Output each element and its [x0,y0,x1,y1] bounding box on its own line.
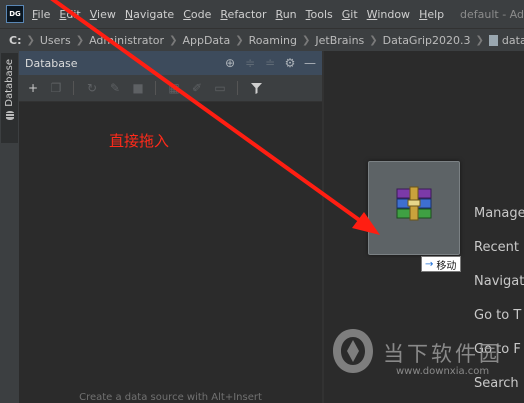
chevron-right-icon: ❯ [169,34,178,46]
menu-edit[interactable]: Edit [59,8,80,21]
filter-icon[interactable] [247,79,265,97]
menu-help[interactable]: Help [419,8,444,21]
console-icon[interactable]: ▭ [211,79,229,97]
copy-icon[interactable]: ❐ [47,79,65,97]
winrar-archive-icon [396,186,432,221]
database-icon [5,110,14,120]
chevron-right-icon: ❯ [75,34,85,46]
database-toolbar: + ❐ ↻ ✎ ■ ▦ ✐ ▭ [19,75,322,102]
menu-git[interactable]: Git [342,8,358,21]
database-tool-tab[interactable]: Database [1,53,18,143]
chevron-right-icon: ❯ [235,34,244,46]
welcome-manage[interactable]: Manage [474,206,524,221]
locate-icon[interactable]: ⊕ [222,55,238,71]
toolbar-separator [73,81,74,95]
breadcrumb-roaming[interactable]: Roaming [249,34,297,47]
watermark-url: www.downxia.com [396,366,490,377]
database-panel-title: Database [25,56,78,70]
database-panel: Database ⊕ ≑ ≐ ⚙ — + ❐ ↻ ✎ ■ ▦ ✐ ▭ Creat… [19,51,322,403]
expand-all-icon[interactable]: ≑ [242,55,258,71]
watermark-logo [333,329,373,373]
arrow-right-icon: → [425,258,434,270]
toolbar-separator [155,81,156,95]
stop-icon[interactable]: ■ [129,79,147,97]
empty-state-hint: Create a data source with Alt+Insert [79,392,262,403]
window-title: default - Ad [460,7,524,21]
chevron-right-icon: ❯ [475,34,484,46]
refresh-icon[interactable]: ↻ [83,79,101,97]
file-icon [488,34,498,46]
chevron-right-icon: ❯ [26,34,35,46]
datagrip-logo-icon: DG [6,5,24,23]
chevron-right-icon: ❯ [301,34,311,46]
menu-navigate[interactable]: Navigate [125,8,174,21]
welcome-go-to-type[interactable]: Go to T [474,308,521,323]
drag-instruction-annotation: 直接拖入 [109,132,170,150]
breadcrumb-users[interactable]: Users [40,34,71,47]
table-icon[interactable]: ▦ [165,79,183,97]
menu-run[interactable]: Run [276,8,297,21]
watermark-name: 当下软件园 [383,342,503,366]
menu-window[interactable]: Window [367,8,410,21]
breadcrumb-appdata[interactable]: AppData [182,34,230,47]
menu-view[interactable]: View [90,8,116,21]
menu-bar: DG File Edit View Navigate Code Refactor… [0,0,524,28]
menu-code[interactable]: Code [183,8,211,21]
welcome-search[interactable]: Search [474,376,519,391]
minimize-icon[interactable]: — [302,55,318,71]
gear-icon[interactable]: ⚙ [282,55,298,71]
drag-move-tooltip: → 移动 [421,256,462,272]
database-tool-tab-label: Database [4,59,15,107]
menu-refactor[interactable]: Refactor [220,8,266,21]
welcome-recent[interactable]: Recent [474,240,519,255]
edit-properties-icon[interactable]: ✎ [106,79,124,97]
breadcrumb-datagrip[interactable]: DataGrip2020.3 [383,34,471,47]
chevron-right-icon: ❯ [369,34,378,46]
add-icon[interactable]: + [24,79,42,97]
breadcrumb-jetbrains[interactable]: JetBrains [315,34,364,47]
tool-window-strip: Database [0,51,20,403]
panel-header-actions: ⊕ ≑ ≐ ⚙ — [218,55,318,71]
menu-file[interactable]: File [32,8,50,21]
edit-icon[interactable]: ✐ [188,79,206,97]
drag-move-tooltip-label: 移动 [436,260,457,272]
breadcrumb: C: ❯ Users ❯ Administrator ❯ AppData ❯ R… [0,28,524,52]
breadcrumb-administrator[interactable]: Administrator [89,34,164,47]
breadcrumb-drive[interactable]: C: [9,34,21,47]
breadcrumb-file[interactable]: datagrip64.exe. [488,34,524,47]
database-tree[interactable]: Create a data source with Alt+Insert [19,102,322,403]
menu-tools[interactable]: Tools [306,8,333,21]
collapse-all-icon[interactable]: ≐ [262,55,278,71]
toolbar-separator [237,81,238,95]
welcome-navigate[interactable]: Navigat [474,274,524,289]
database-panel-header: Database ⊕ ≑ ≐ ⚙ — [19,51,322,75]
